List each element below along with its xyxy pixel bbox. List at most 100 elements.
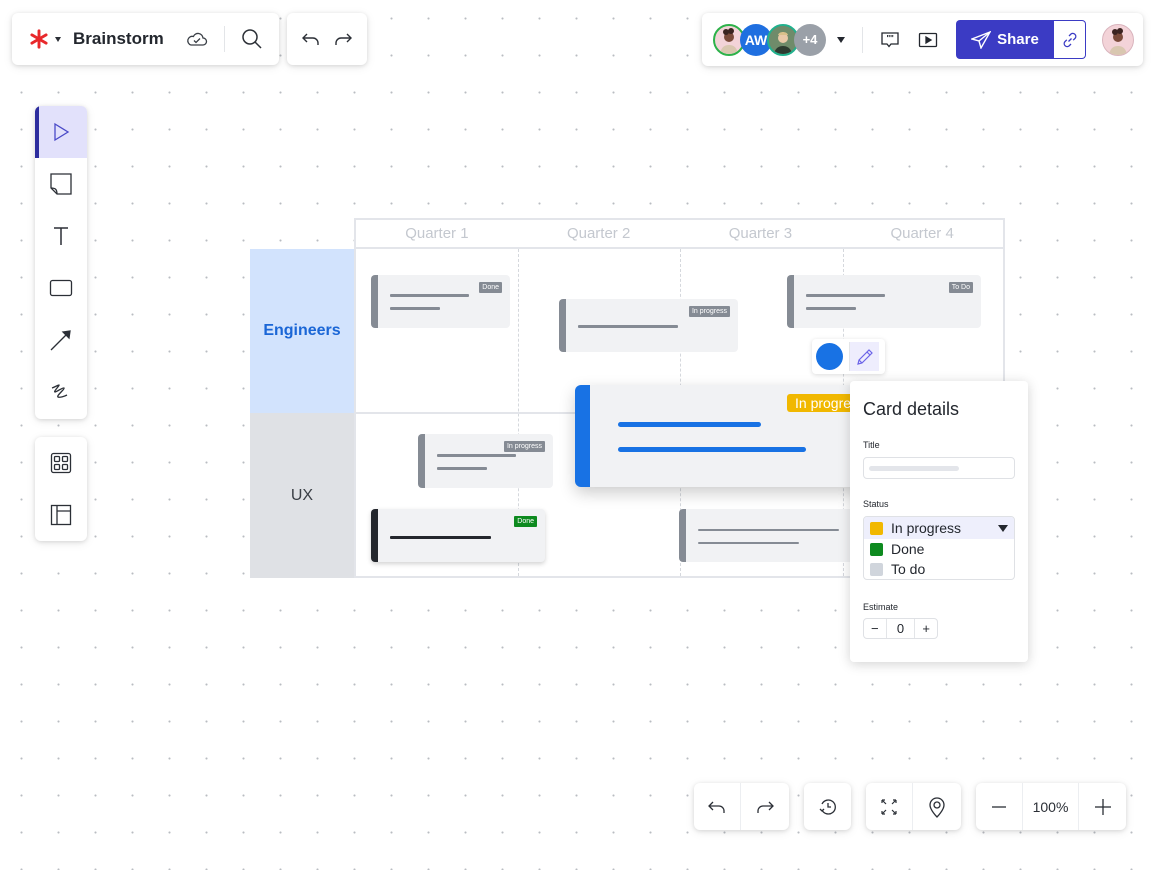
status-swatch <box>870 542 883 556</box>
status-option-label: In progress <box>891 520 962 536</box>
history-clock-icon <box>819 798 836 815</box>
tool-sticky-note[interactable] <box>35 158 87 210</box>
decrement-button[interactable]: − <box>864 619 886 638</box>
estimate-label: Estimate <box>863 602 899 612</box>
cursor-icon <box>54 122 70 142</box>
zoom-out-button[interactable] <box>976 783 1023 830</box>
status-swatch <box>870 521 883 535</box>
redo-icon <box>757 801 774 813</box>
card[interactable]: To Do <box>787 275 981 328</box>
status-tag: In progress <box>503 441 545 452</box>
status-select[interactable]: In progress Done To do <box>863 516 1015 580</box>
fit-to-screen-button[interactable] <box>866 783 913 830</box>
search-icon[interactable] <box>241 28 263 50</box>
card-text-line <box>390 294 469 297</box>
quarter-header: Quarter 1 Quarter 2 Quarter 3 Quarter 4 <box>354 218 1005 249</box>
status-option-label: To do <box>891 561 926 577</box>
card-style-popover <box>812 339 885 374</box>
document-title[interactable]: Brainstorm <box>73 29 164 49</box>
edit-button[interactable] <box>849 342 879 371</box>
card-text-line <box>437 454 516 457</box>
document-toolbar: Brainstorm <box>12 13 279 65</box>
link-icon <box>1063 32 1076 47</box>
status-tag: In progress <box>688 306 730 317</box>
status-option-done[interactable]: Done <box>864 539 1014 559</box>
increment-button[interactable]: + <box>915 619 937 638</box>
card[interactable] <box>679 509 854 562</box>
undo-button[interactable] <box>694 783 741 830</box>
extra-tool-palette <box>35 437 87 541</box>
status-option-in-progress[interactable]: In progress <box>864 517 1014 539</box>
plus-icon <box>1094 798 1111 815</box>
share-label: Share <box>997 31 1039 48</box>
status-tag: To Do <box>948 282 973 293</box>
card[interactable]: In progress <box>418 434 553 488</box>
sticky-note-icon <box>50 173 72 195</box>
zoom-level[interactable]: 100% <box>1023 783 1079 830</box>
title-input[interactable] <box>863 457 1015 479</box>
divider <box>862 26 863 53</box>
arrow-icon <box>50 330 71 351</box>
tool-layout[interactable] <box>35 489 87 541</box>
collaborators-dropdown-icon[interactable] <box>837 36 845 43</box>
revision-history-toolbar <box>804 783 851 830</box>
redo-icon[interactable] <box>333 31 353 47</box>
locate-button[interactable] <box>913 783 961 830</box>
card[interactable]: In progress <box>559 299 738 352</box>
card-text-line <box>806 294 885 297</box>
revision-history-button[interactable] <box>804 783 851 830</box>
title-label: Title <box>863 440 880 450</box>
history-toolbar <box>287 13 367 65</box>
card-text-line <box>578 325 678 328</box>
cloud-saved-icon[interactable] <box>186 30 208 48</box>
status-swatch <box>870 562 883 576</box>
collaborator-avatars[interactable]: AW +4 <box>713 23 826 56</box>
column-header: Quarter 2 <box>566 225 631 242</box>
estimate-value[interactable]: 0 <box>885 619 916 638</box>
current-user-avatar[interactable] <box>1102 23 1134 56</box>
copy-link-button[interactable] <box>1054 20 1086 59</box>
card-text-line <box>618 447 806 452</box>
color-picker-button[interactable] <box>816 343 843 370</box>
estimate-stepper: − 0 + <box>863 618 938 639</box>
status-option-to-do[interactable]: To do <box>864 559 1014 579</box>
tool-templates[interactable] <box>35 437 87 489</box>
card-text-line <box>806 307 856 310</box>
tool-line[interactable] <box>35 314 87 366</box>
rectangle-icon <box>49 279 73 297</box>
selected-card[interactable]: In progress <box>575 385 865 487</box>
dropdown-caret-icon[interactable] <box>998 525 1008 532</box>
undo-icon[interactable] <box>301 31 321 47</box>
card[interactable]: Done <box>371 275 510 328</box>
asterisk-logo-icon[interactable] <box>29 29 49 49</box>
title-placeholder <box>869 466 959 471</box>
card-text-line <box>390 536 491 539</box>
status-option-label: Done <box>891 541 925 557</box>
redo-button[interactable] <box>741 783 789 830</box>
card-text-line <box>698 542 799 544</box>
lane-label-ux[interactable]: UX <box>250 413 354 578</box>
comment-icon[interactable]: " " <box>880 30 900 50</box>
location-pin-icon <box>929 796 945 818</box>
expand-icon <box>881 798 897 815</box>
grid-icon <box>50 452 72 474</box>
tool-draw[interactable] <box>35 366 87 418</box>
card-text-line <box>390 307 440 310</box>
layout-icon <box>50 504 72 526</box>
more-collaborators-badge[interactable]: +4 <box>794 23 826 56</box>
card-details-panel: Card details Title Status In progress Do… <box>850 381 1028 662</box>
menu-caret-icon[interactable] <box>55 36 61 42</box>
share-button[interactable]: Share <box>956 20 1054 59</box>
tool-select[interactable] <box>35 106 87 158</box>
present-icon[interactable] <box>918 31 938 49</box>
tool-text[interactable] <box>35 210 87 262</box>
tool-shape[interactable] <box>35 262 87 314</box>
status-label: Status <box>863 499 889 509</box>
card[interactable]: Done <box>371 509 545 562</box>
text-icon <box>54 227 68 245</box>
lane-label-engineers[interactable]: Engineers <box>250 249 354 413</box>
zoom-in-button[interactable] <box>1079 783 1126 830</box>
zoom-toolbar: 100% <box>976 783 1126 830</box>
column-header: Quarter 3 <box>728 225 793 242</box>
divider <box>223 26 225 52</box>
